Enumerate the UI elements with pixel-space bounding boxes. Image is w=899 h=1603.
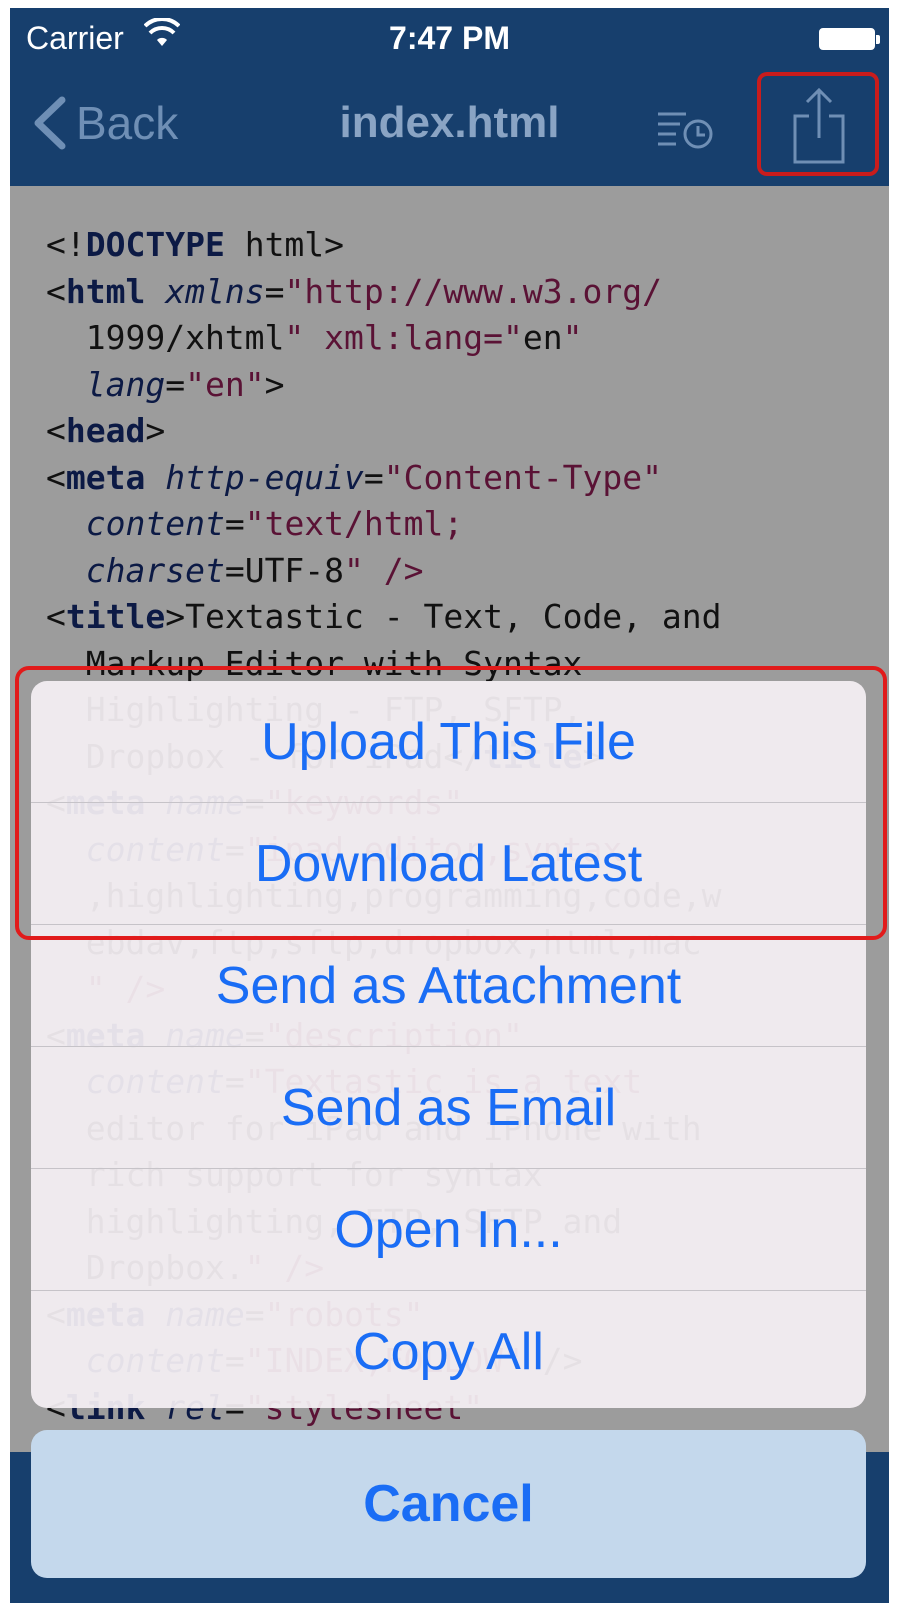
history-icon[interactable]: [656, 106, 716, 150]
code-line: Markup Editor with Syntax: [46, 643, 583, 683]
copy-all-button[interactable]: Copy All: [31, 1291, 866, 1408]
code-line: charset=UTF-8" />: [85, 550, 424, 590]
send-as-attachment-button[interactable]: Send as Attachment: [31, 925, 866, 1047]
code-line: <html xmlns="http://www.w3.org/: [46, 271, 662, 311]
code-line: content="text/html;: [85, 504, 464, 543]
open-in-button[interactable]: Open In...: [31, 1169, 866, 1291]
navigation-bar: Back index.html: [10, 68, 889, 186]
send-as-email-button[interactable]: Send as Email: [31, 1047, 866, 1169]
code-line: 1999/xhtml" xml:lang="en": [46, 318, 583, 357]
share-button[interactable]: [757, 72, 879, 176]
download-latest-button[interactable]: Download Latest: [31, 803, 866, 925]
code-line: <head>: [46, 411, 166, 450]
code-line: <!DOCTYPE html>: [46, 225, 345, 264]
code-line: <title>Textastic - Text, Code, and: [46, 597, 722, 636]
status-bar: Carrier 7:47 PM: [10, 8, 889, 68]
code-line: lang="en">: [85, 364, 285, 404]
cancel-button[interactable]: Cancel: [31, 1430, 866, 1578]
code-line: <meta http-equiv="Content-Type": [46, 457, 662, 497]
battery-icon: [819, 28, 880, 50]
action-sheet: Upload This File Download Latest Send as…: [31, 681, 866, 1408]
upload-this-file-button[interactable]: Upload This File: [31, 681, 866, 803]
clock: 7:47 PM: [389, 20, 510, 56]
share-icon: [793, 87, 845, 164]
